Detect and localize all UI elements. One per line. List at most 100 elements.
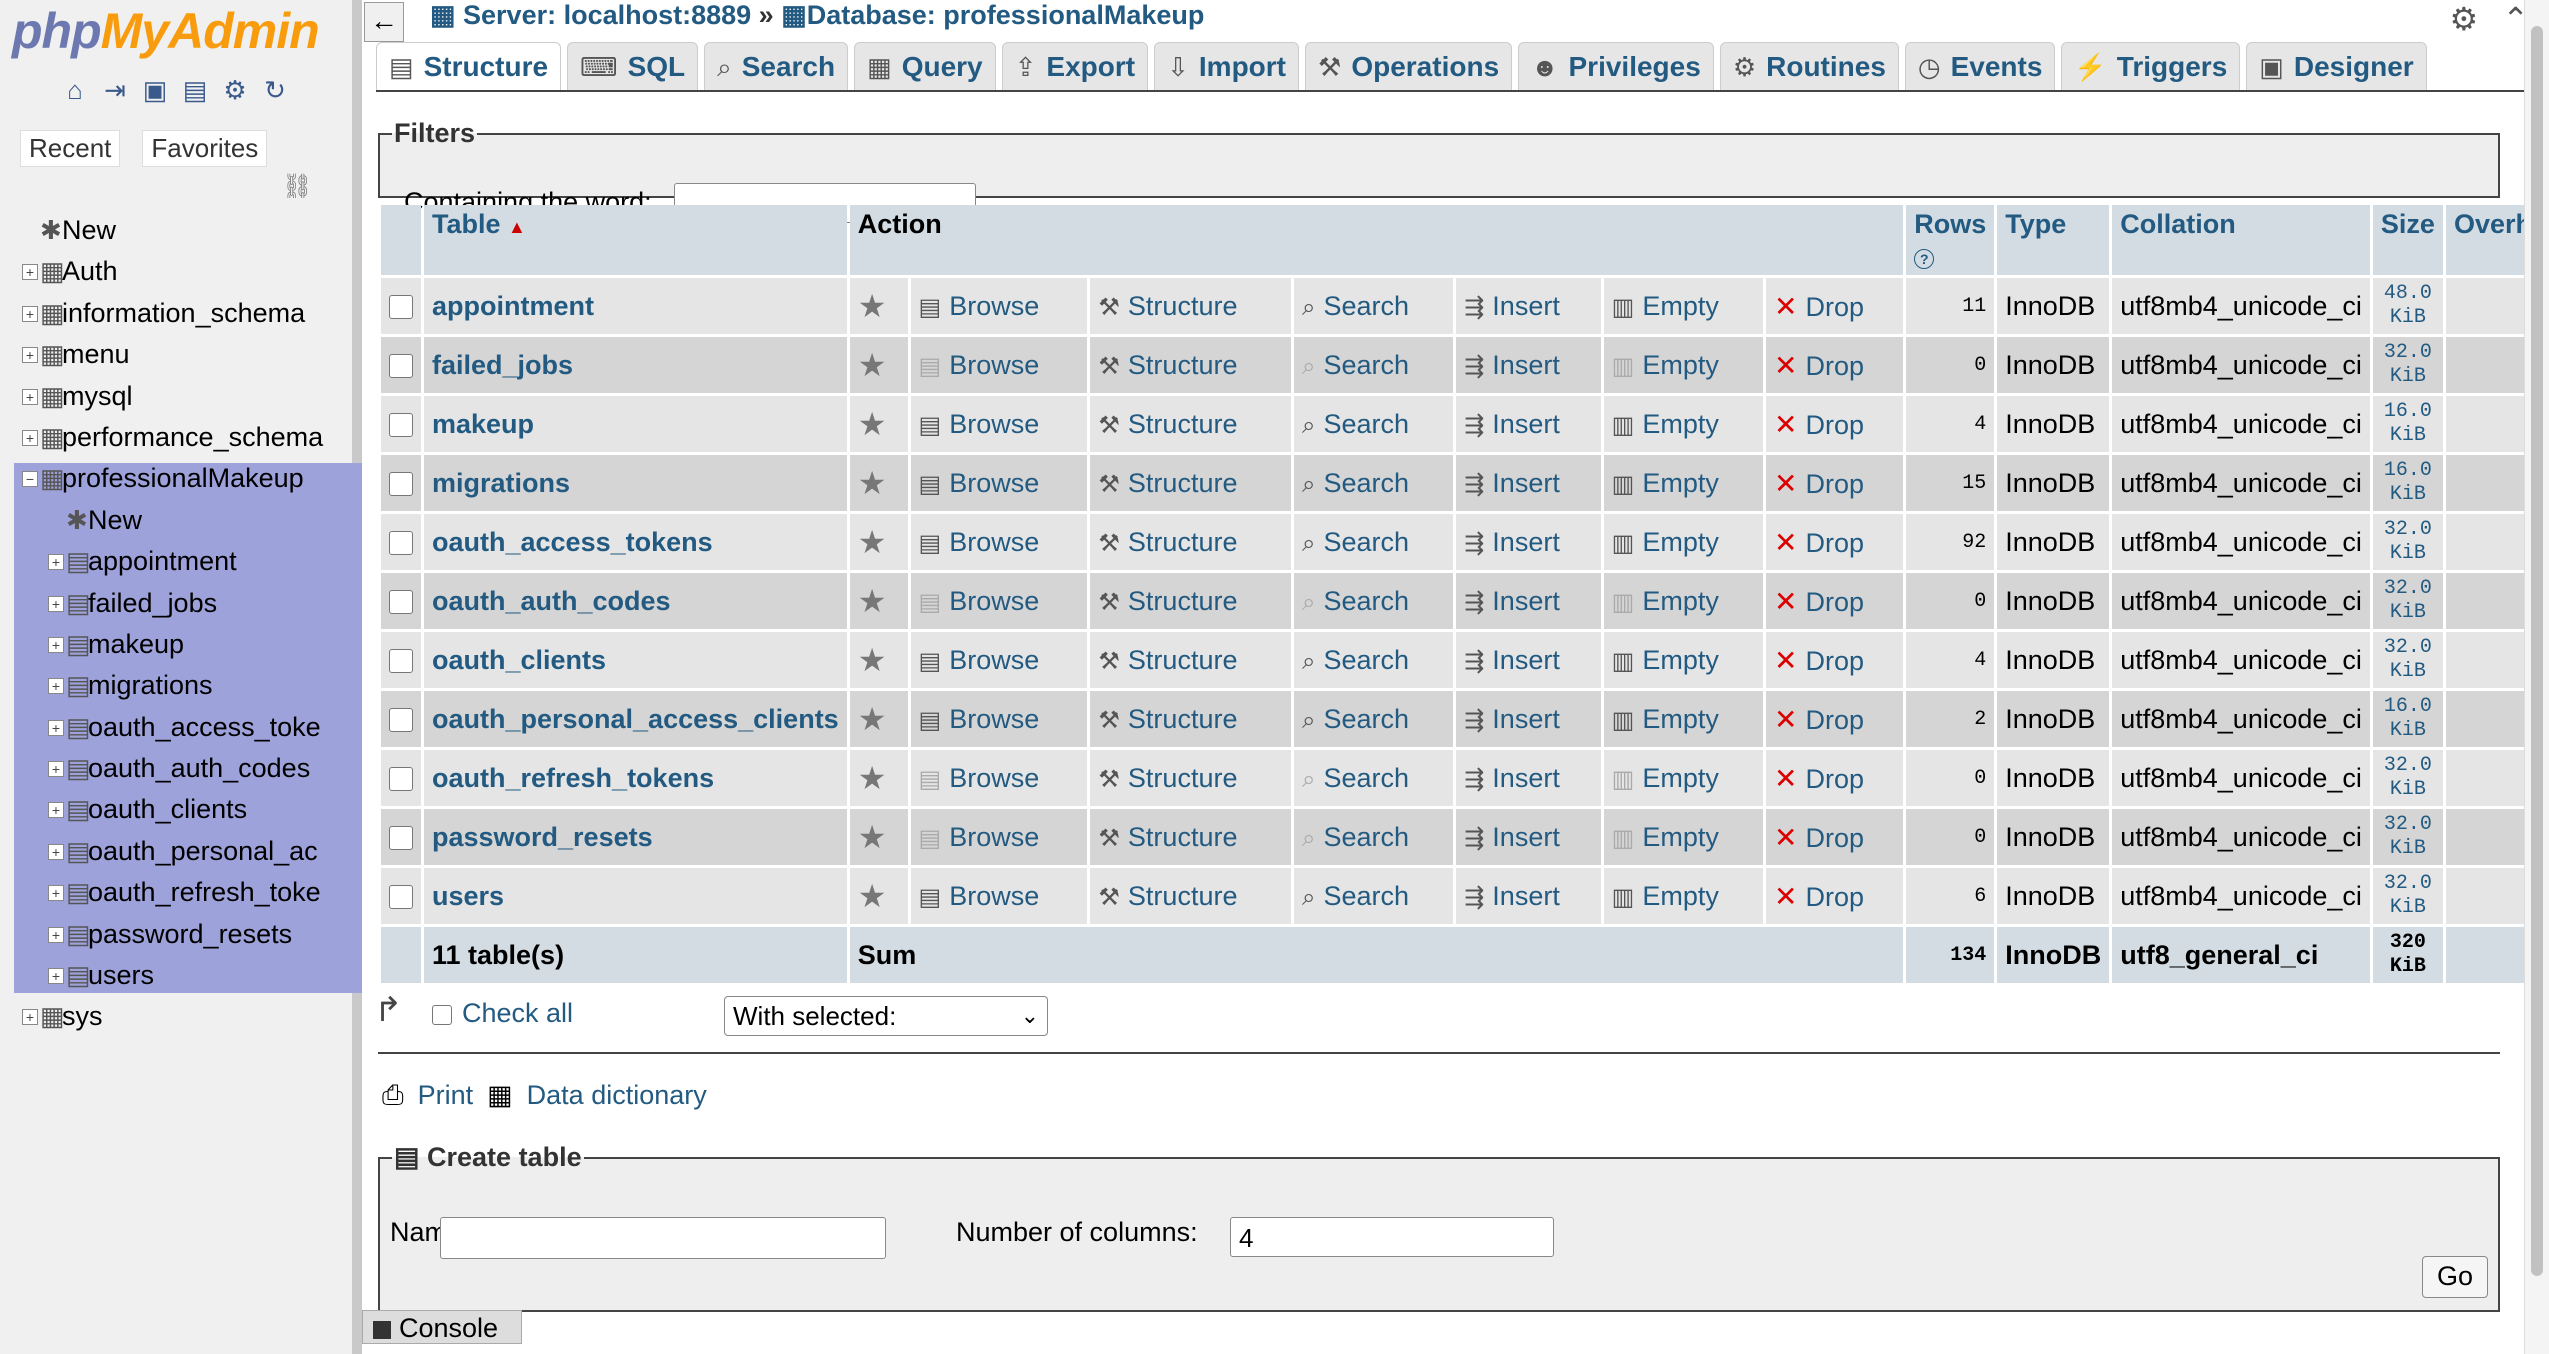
browse-action[interactable]: ▤ Browse (910, 691, 1088, 747)
settings-icon[interactable]: ⚙ (220, 75, 250, 105)
header-type[interactable]: Type (1997, 205, 2110, 275)
rows-help-icon[interactable]: ? (1914, 249, 1935, 269)
tree-item[interactable]: − ▦ professionalMakeup (0, 458, 362, 499)
structure-action[interactable]: ⚒ Structure (1090, 573, 1292, 629)
favorite-star-icon[interactable]: ★ (858, 406, 887, 442)
empty-action[interactable]: ▥ Empty (1603, 868, 1764, 924)
tree-item[interactable]: + ▤ oauth_auth_codes (0, 748, 362, 789)
header-rows[interactable]: Rows? (1906, 205, 1995, 275)
insert-action[interactable]: ⇶ Insert (1456, 868, 1601, 924)
search-action[interactable]: ⌕ Search (1294, 868, 1454, 924)
expand-icon[interactable]: + (22, 347, 38, 364)
go-button[interactable]: Go (2422, 1256, 2488, 1298)
row-checkbox[interactable] (389, 708, 413, 733)
expand-icon[interactable]: + (22, 1009, 38, 1026)
table-size[interactable]: 32.0 KiB (2372, 809, 2443, 865)
table-size[interactable]: 48.0 KiB (2372, 278, 2443, 334)
table-name-link[interactable]: makeup (432, 409, 534, 439)
structure-action[interactable]: ⚒ Structure (1090, 750, 1292, 806)
breadcrumb-database[interactable]: Database: professionalMakeup (807, 0, 1205, 30)
drop-action[interactable]: ✕ Drop (1766, 514, 1904, 570)
structure-action[interactable]: ⚒ Structure (1090, 632, 1292, 688)
browse-action[interactable]: ▤ Browse (910, 868, 1088, 924)
recent-tab[interactable]: Recent (20, 130, 121, 167)
table-name-link[interactable]: oauth_access_tokens (432, 527, 713, 557)
tab-events[interactable]: ◷ Events (1904, 42, 2056, 91)
expand-icon[interactable]: + (48, 678, 64, 695)
browse-action[interactable]: ▤ Browse (910, 750, 1088, 806)
empty-action[interactable]: ▥ Empty (1603, 396, 1764, 452)
drop-action[interactable]: ✕ Drop (1766, 691, 1904, 747)
browse-action[interactable]: ▤ Browse (910, 809, 1088, 865)
expand-icon[interactable]: + (48, 968, 64, 985)
data-dictionary-link[interactable]: Data dictionary (527, 1080, 707, 1112)
table-name-link[interactable]: oauth_personal_access_clients (432, 704, 839, 734)
browse-action[interactable]: ▤ Browse (910, 278, 1088, 334)
favorite-star-icon[interactable]: ★ (858, 760, 887, 796)
tab-import[interactable]: ⇩ Import (1154, 42, 1300, 91)
table-size[interactable]: 16.0 KiB (2372, 455, 2443, 511)
tree-item[interactable]: + ▦ information_schema (0, 293, 362, 334)
tree-item[interactable]: + ▤ failed_jobs (0, 583, 362, 624)
row-checkbox[interactable] (389, 885, 413, 910)
empty-action[interactable]: ▥ Empty (1603, 278, 1764, 334)
tab-query[interactable]: ▦ Query (854, 42, 996, 91)
table-size[interactable]: 32.0 KiB (2372, 632, 2443, 688)
tab-triggers[interactable]: ⚡ Triggers (2061, 42, 2241, 91)
tree-item[interactable]: ✱ New (0, 500, 362, 541)
row-checkbox[interactable] (389, 767, 413, 792)
insert-action[interactable]: ⇶ Insert (1456, 750, 1601, 806)
empty-action[interactable]: ▥ Empty (1603, 632, 1764, 688)
table-size[interactable]: 32.0 KiB (2372, 750, 2443, 806)
tab-export[interactable]: ⇪ Export (1001, 42, 1149, 91)
insert-action[interactable]: ⇶ Insert (1456, 809, 1601, 865)
tab-operations[interactable]: ⚒ Operations (1305, 42, 1513, 91)
expand-icon[interactable]: + (22, 305, 38, 322)
insert-action[interactable]: ⇶ Insert (1456, 337, 1601, 393)
expand-icon[interactable]: + (48, 843, 64, 860)
print-link[interactable]: Print (418, 1080, 474, 1112)
browse-action[interactable]: ▤ Browse (910, 396, 1088, 452)
search-action[interactable]: ⌕ Search (1294, 337, 1454, 393)
expand-icon[interactable]: + (48, 719, 64, 736)
expand-icon[interactable]: + (48, 595, 64, 612)
browse-action[interactable]: ▤ Browse (910, 573, 1088, 629)
table-name-link[interactable]: migrations (432, 468, 570, 498)
drop-action[interactable]: ✕ Drop (1766, 573, 1904, 629)
table-size[interactable]: 32.0 KiB (2372, 337, 2443, 393)
tree-item[interactable]: + ▤ oauth_refresh_toke (0, 872, 362, 913)
search-action[interactable]: ⌕ Search (1294, 750, 1454, 806)
insert-action[interactable]: ⇶ Insert (1456, 455, 1601, 511)
expand-icon[interactable]: + (22, 264, 38, 281)
empty-action[interactable]: ▥ Empty (1603, 750, 1764, 806)
structure-action[interactable]: ⚒ Structure (1090, 278, 1292, 334)
expand-icon[interactable]: + (48, 926, 64, 943)
tree-item[interactable]: + ▤ password_resets (0, 914, 362, 955)
check-all-control[interactable]: Check all (432, 998, 573, 1029)
row-checkbox[interactable] (389, 472, 413, 497)
favorite-star-icon[interactable]: ★ (858, 524, 887, 560)
table-name-link[interactable]: oauth_auth_codes (432, 586, 671, 616)
tab-search[interactable]: ⌕ Search (704, 42, 849, 91)
favorites-tab[interactable]: Favorites (142, 130, 268, 167)
expand-icon[interactable]: + (48, 885, 64, 902)
search-action[interactable]: ⌕ Search (1294, 278, 1454, 334)
phpmyadmin-logo[interactable]: phpMyAdmin (12, 2, 320, 60)
table-size[interactable]: 16.0 KiB (2372, 396, 2443, 452)
table-name-link[interactable]: oauth_refresh_tokens (432, 763, 714, 793)
tree-item[interactable]: + ▤ migrations (0, 665, 362, 706)
header-table[interactable]: Table ▲ (424, 205, 847, 275)
drop-action[interactable]: ✕ Drop (1766, 278, 1904, 334)
favorite-star-icon[interactable]: ★ (858, 642, 887, 678)
row-checkbox[interactable] (389, 354, 413, 379)
tree-item[interactable]: + ▤ users (0, 955, 362, 996)
drop-action[interactable]: ✕ Drop (1766, 337, 1904, 393)
row-checkbox[interactable] (389, 649, 413, 674)
tree-item[interactable]: + ▦ sys (0, 996, 362, 1037)
favorite-star-icon[interactable]: ★ (858, 288, 887, 324)
tab-privileges[interactable]: ☻ Privileges (1518, 42, 1714, 91)
tree-item[interactable]: + ▤ makeup (0, 624, 362, 665)
row-checkbox[interactable] (389, 590, 413, 615)
row-checkbox[interactable] (389, 295, 413, 320)
empty-action[interactable]: ▥ Empty (1603, 514, 1764, 570)
